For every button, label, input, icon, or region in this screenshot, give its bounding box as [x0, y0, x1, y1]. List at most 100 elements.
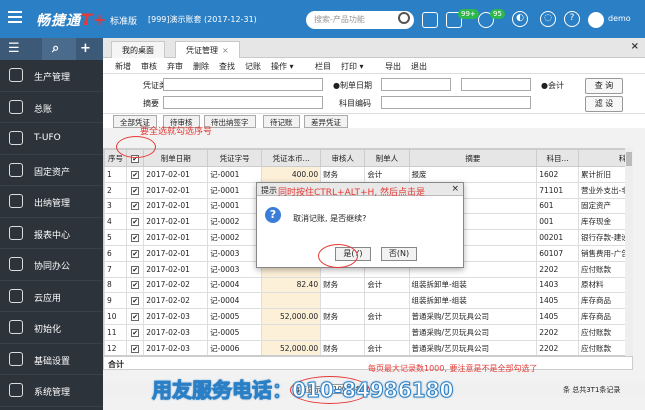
search-input[interactable]: 搜索-产品功能 [306, 11, 414, 29]
search-icon[interactable]: ⌕ [42, 38, 76, 60]
column-header[interactable]: 审核人 [320, 149, 366, 167]
column-header[interactable]: 凭证本币... [261, 149, 322, 167]
toolbar-item[interactable]: 打印 ▾ [341, 61, 364, 72]
row-checkbox[interactable]: ✔ [126, 244, 145, 262]
tab-bar: 我的桌面 凭证管理 × × [103, 38, 645, 58]
toolbar-item[interactable]: 查找 [219, 61, 235, 72]
table-cell: 12 [104, 339, 128, 355]
notify-badge: 95 [490, 9, 505, 19]
table-cell: 2017-02-03 [143, 339, 209, 355]
row-checkbox[interactable]: ✔ [126, 229, 145, 246]
filter-button[interactable]: 滤 设 [585, 96, 623, 112]
table-cell: 记-0003 [207, 244, 263, 262]
table-row[interactable]: 12 ✔ 2017-02-03 记-0006 52,000.00 财务 会计 普通采购/艺贝玩… [104, 339, 632, 355]
toolbar-item[interactable]: 删除 [193, 61, 209, 72]
table-row[interactable]: 9 ✔ 2017-02-02 记-0004 组装拆卸单-组装 1405 库存商品 [104, 292, 632, 310]
table-cell: 2017-02-01 [143, 197, 209, 215]
table-cell: 1405 [536, 292, 579, 310]
table-row[interactable]: 11✔2017-02-03记-0005普通采购/艺贝玩具公司2202应付账款艺贝 [104, 323, 632, 341]
phone-icon[interactable] [422, 12, 438, 28]
toolbar-item[interactable]: 操作 ▾ [271, 61, 294, 72]
table-cell: 60107 [536, 244, 579, 262]
sidebar-item[interactable]: 云应用 [0, 281, 103, 312]
table-cell: 普通采购/艺贝玩具公司 [408, 308, 538, 325]
table-row[interactable]: 8 ✔ 2017-02-02 记-0004 82.40 财务 会计 组装拆卸单-组装 1403 原… [104, 276, 632, 294]
sidebar-item-label: 总账 [34, 104, 53, 115]
row-checkbox[interactable]: ✔ [126, 181, 145, 199]
table-cell: 52,000.00 [261, 339, 322, 355]
sidebar-item[interactable]: 报表中心 [0, 218, 103, 249]
sidebar-item[interactable]: 出纳管理 [0, 186, 103, 218]
column-header[interactable]: 摘要 [408, 149, 538, 167]
toolbar-item[interactable]: 记账 [245, 61, 261, 72]
search-icon[interactable] [398, 12, 410, 24]
sidebar-item[interactable]: 总账 [0, 92, 103, 123]
sidebar-item[interactable]: 固定资产 [0, 155, 103, 186]
menu-icon[interactable] [8, 11, 22, 23]
toolbar-item[interactable]: 新增 [115, 61, 131, 72]
column-header[interactable]: 凭证字号 [207, 149, 263, 167]
sidebar-item[interactable]: 系统管理 [0, 375, 103, 407]
top-bar: 畅捷通T+ 标准版 [999]演示账套 (2017-12-31) 搜索-产品功能… [0, 0, 645, 38]
toolbar-item[interactable]: 弃审 [167, 61, 183, 72]
toolbar-item[interactable]: 退出 [411, 61, 427, 72]
date-from-input[interactable] [381, 78, 451, 91]
sidebar-item-label: 生产管理 [34, 73, 71, 83]
table-cell: 2017-02-03 [143, 308, 209, 325]
no-button[interactable]: 否(N) [381, 247, 417, 261]
collapse-icon[interactable]: ☰ [8, 41, 20, 56]
sidebar-item[interactable]: 初始化 [0, 312, 103, 344]
row-checkbox[interactable]: ✔ [126, 308, 145, 325]
column-header[interactable]: 制单人 [364, 149, 410, 167]
row-checkbox[interactable]: ✔ [126, 166, 145, 183]
sidebar-item[interactable]: 协同办公 [0, 249, 103, 281]
close-icon[interactable]: × [451, 184, 459, 194]
table-row[interactable]: 10 ✔ 2017-02-03 记-0005 52,000.00 财务 会计 普通采购/艺贝玩… [104, 308, 632, 325]
subject-code-input[interactable] [381, 96, 531, 109]
sidebar-item-label: 基础设置 [34, 356, 71, 367]
table-row[interactable]: 1✔2017-02-01记-0001400.00财务会计报废1602累计折旧仓储 [104, 166, 632, 183]
column-header[interactable]: 科目... [536, 149, 579, 167]
table-cell: 记-0005 [207, 308, 263, 325]
row-checkbox[interactable]: ✔ [126, 276, 145, 294]
sidebar-item[interactable]: T-UFO [0, 123, 103, 155]
add-icon[interactable]: + [80, 41, 91, 56]
voucher-type-input[interactable] [163, 78, 323, 91]
table-cell: 组装拆卸单-组装 [408, 292, 538, 310]
close-all-icon[interactable]: × [631, 41, 639, 52]
date-to-input[interactable] [461, 78, 531, 91]
help-icon[interactable]: ? [564, 11, 580, 27]
table-cell: 财务 [320, 339, 366, 355]
toolbar-item[interactable]: 审核 [141, 61, 157, 72]
close-icon[interactable]: × [222, 46, 229, 55]
summary-input[interactable] [163, 96, 323, 109]
table-cell: 普通采购/艺贝玩具公司 [408, 339, 538, 355]
vertical-scrollbar[interactable] [625, 148, 633, 356]
toolbar-item[interactable]: 栏目 [315, 61, 331, 72]
row-checkbox[interactable]: ✔ [126, 323, 145, 341]
table-cell: 2017-02-01 [143, 181, 209, 199]
row-checkbox[interactable]: ✔ [126, 260, 145, 278]
toolbar-item[interactable]: 导出 [385, 61, 401, 72]
query-button[interactable]: 查 询 [585, 78, 623, 94]
table-cell: 2017-02-01 [143, 213, 209, 231]
annotation-select-all: 要全选就勾选序号 [140, 127, 213, 137]
table-cell [364, 292, 410, 310]
table-cell [320, 292, 366, 310]
skin-icon[interactable]: ◌ [540, 11, 556, 27]
tools-icon[interactable]: ◐ [512, 11, 528, 27]
table-cell: 7 [104, 260, 128, 278]
row-checkbox[interactable]: ✔ [126, 213, 145, 231]
avatar[interactable] [588, 12, 604, 28]
subtab[interactable]: 待记账 [263, 115, 300, 128]
sidebar-item[interactable]: 基础设置 [0, 344, 103, 375]
row-checkbox[interactable]: ✔ [126, 292, 145, 310]
row-checkbox[interactable]: ✔ [126, 197, 145, 215]
table-cell: 组装拆卸单-组装 [408, 276, 538, 294]
sidebar-item[interactable]: 生产管理 [0, 60, 103, 92]
tab-desktop[interactable]: 我的桌面 [111, 41, 165, 58]
row-checkbox[interactable]: ✔ [126, 339, 145, 355]
subtab[interactable]: 差异凭证 [304, 115, 348, 128]
table-cell: 记-0001 [207, 166, 263, 183]
tab-voucher[interactable]: 凭证管理 × [175, 41, 240, 58]
